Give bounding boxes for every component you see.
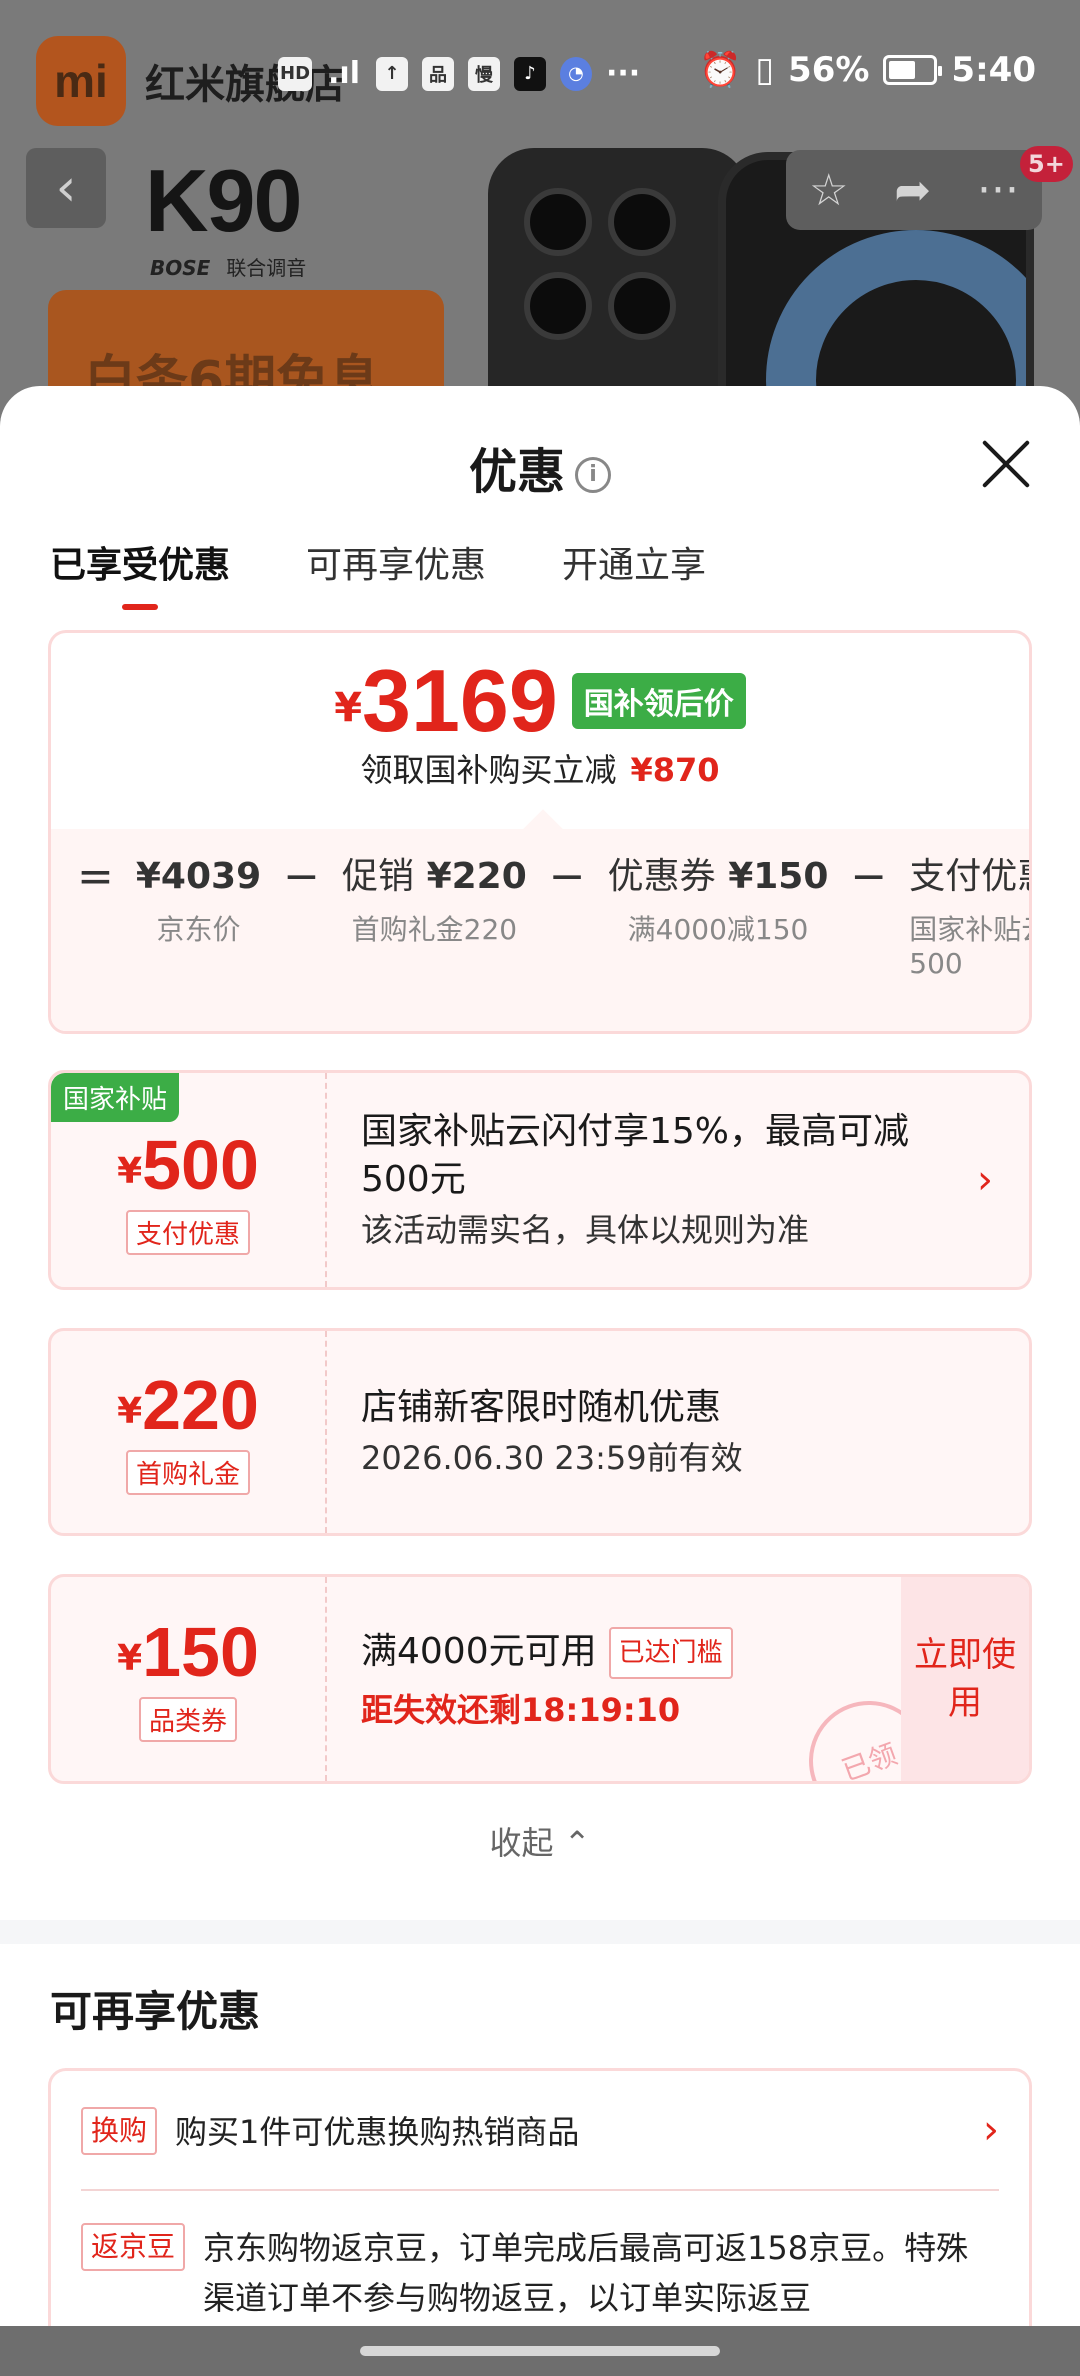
coupon-type-tag: 首购礼金 — [125, 1449, 250, 1495]
tuning-label: BOSE 联合调音 — [150, 256, 307, 280]
price-subtitle: 领取国补购买立减 ¥870 — [360, 751, 720, 789]
coupon-amount-block: ¥500 支付优惠 — [51, 1073, 327, 1287]
price-breakdown[interactable]: = ¥4039 京东价 − 促销 ¥220 首购礼金220 − 优惠券 ¥150… — [51, 829, 1029, 1031]
equals-sign: = — [77, 851, 114, 902]
clock: 5:40 — [951, 50, 1036, 90]
section-divider — [0, 1920, 1080, 1944]
vibrate-icon: ▯ — [755, 50, 775, 90]
subsidy-price-tag: 国补领后价 — [571, 673, 746, 729]
info-icon[interactable]: i — [575, 457, 611, 493]
coupon-amount-block: ¥220 首购礼金 — [51, 1331, 327, 1533]
exchange-tag: 换购 — [81, 2107, 158, 2155]
more-discount-row[interactable]: 换购 购买1件可优惠换购热销商品 › — [81, 2107, 999, 2157]
status-icons-left: HD .ıl ↑ 品 慢 ♪ ◔ ··· — [278, 56, 640, 91]
header-actions: ☆ ➦ ··· — [786, 150, 1042, 230]
hd-icon: HD — [278, 56, 313, 91]
row-divider — [81, 2189, 999, 2191]
coupon-card: ¥150 品类券 满4000元可用 已达门槛 距失效还剩18:19:10 已领 立… — [48, 1574, 1032, 1784]
coupon-details: 国家补贴云闪付享15%，最高可减500元 该活动需实名，具体以规则为准 — [361, 1111, 910, 1249]
sheet-title: 优惠 i — [0, 432, 1080, 502]
alarm-icon: ⏰ — [698, 50, 742, 90]
final-price: ¥ 3169 国补领后价 — [51, 657, 1029, 745]
tiktok-icon: ♪ — [513, 56, 546, 91]
coupon-type-tag: 品类券 — [138, 1696, 237, 1742]
more-section-title: 可再享优惠 — [50, 1987, 261, 2036]
chevron-up-icon: ⌃ — [563, 1824, 591, 1862]
breakdown-item: 促销 ¥220 首购礼金220 — [342, 856, 527, 946]
status-bar: HD .ıl ↑ 品 慢 ♪ ◔ ··· ⏰ ▯ 56% 5:40 — [0, 0, 1080, 140]
breakdown-item: 支付优惠 ¥ 国家补贴云闪 500 — [909, 856, 1029, 980]
tab-more-available[interactable]: 可再享优惠 — [306, 536, 486, 610]
tab-activate[interactable]: 开通立享 — [562, 536, 706, 610]
discount-tabs: 已享受优惠 可再享优惠 开通立享 — [50, 536, 706, 610]
chevron-right-icon: › — [983, 2107, 999, 2153]
more-discounts-card: 换购 购买1件可优惠换购热销商品 › 返京豆 京东购物返京豆，订单完成后最高可返… — [48, 2068, 1032, 2326]
use-now-button[interactable]: 立即使用 — [901, 1577, 1029, 1781]
minus-sign: − — [283, 851, 320, 902]
discount-sheet: 优惠 i 已享受优惠 可再享优惠 开通立享 ¥ 3169 国补领后价 领取国补购买… — [0, 386, 1080, 2326]
notification-badge: 5+ — [1020, 146, 1073, 182]
chevron-right-icon[interactable]: › — [977, 1157, 993, 1203]
collapse-button[interactable]: 收起 ⌃ — [0, 1818, 1080, 1864]
coupon-card: ¥220 首购礼金 店铺新客限时随机优惠 2026.06.30 23:59前有效 — [48, 1328, 1032, 1536]
favorite-icon[interactable]: ☆ — [809, 165, 848, 216]
upload-icon: ↑ — [375, 56, 408, 91]
product-image-back — [488, 148, 748, 420]
back-button[interactable]: ‹ — [26, 148, 106, 228]
coupon-details: 店铺新客限时随机优惠 2026.06.30 23:59前有效 — [361, 1387, 743, 1477]
close-icon[interactable] — [978, 436, 1034, 492]
share-icon[interactable]: ➦ — [894, 165, 931, 216]
app-notification-icon: 品 — [421, 56, 454, 91]
breakdown-item: 优惠券 ¥150 满4000减150 — [607, 856, 829, 946]
status-icons-right: ⏰ ▯ 56% 5:40 — [699, 50, 1036, 90]
app-notification-icon: 慢 — [467, 56, 500, 91]
product-model: K90 — [145, 151, 302, 250]
coupon-type-tag: 支付优惠 — [125, 1209, 250, 1255]
threshold-reached-badge: 已达门槛 — [608, 1627, 733, 1679]
jd-bean-tag: 返京豆 — [81, 2223, 186, 2271]
more-discount-row: 返京豆 京东购物返京豆，订单完成后最高可返158京豆。特殊渠道订单不参与购物返豆… — [81, 2223, 999, 2323]
countdown-timer: 距失效还剩18:19:10 — [361, 1691, 681, 1729]
coupon-card[interactable]: 国家补贴 ¥500 支付优惠 国家补贴云闪付享15%，最高可减500元 该活动需… — [48, 1070, 1032, 1290]
tab-enjoyed[interactable]: 已享受优惠 — [50, 536, 230, 610]
minus-sign: − — [850, 851, 888, 902]
more-notifications-icon: ··· — [605, 56, 641, 91]
more-icon[interactable]: ··· — [977, 165, 1019, 216]
battery-icon — [883, 55, 943, 85]
price-summary-card: ¥ 3169 国补领后价 领取国补购买立减 ¥870 = ¥4039 京东价 − … — [48, 630, 1032, 1034]
minus-sign: − — [548, 851, 586, 902]
breakdown-item: ¥4039 京东价 — [135, 856, 262, 946]
home-gesture-bar[interactable] — [360, 2346, 720, 2356]
signal-icon: .ıl — [328, 56, 360, 91]
coupon-amount-block: ¥150 品类券 — [51, 1577, 327, 1781]
browser-icon: ◔ — [559, 56, 592, 91]
battery-percent: 56% — [788, 50, 870, 90]
